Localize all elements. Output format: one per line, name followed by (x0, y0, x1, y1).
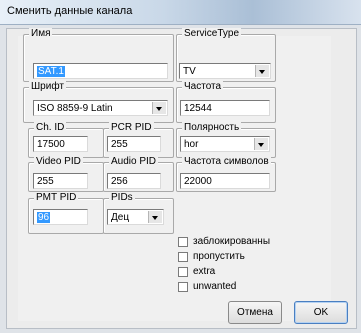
audio-pid-value: 256 (111, 176, 128, 187)
frequency-label: Частота (182, 81, 224, 93)
checkbox-icon[interactable] (178, 252, 188, 262)
ch-id-label: Ch. ID (34, 122, 67, 134)
name-field[interactable]: SAT.1 (33, 63, 168, 79)
font-value: ISO 8859-9 Latin (37, 103, 113, 114)
symbol-rate-field[interactable]: 22000 (180, 173, 270, 189)
ok-button[interactable]: OK (294, 301, 348, 324)
checkbox-label: пропустить (193, 251, 245, 262)
video-pid-value: 255 (37, 176, 54, 187)
pids-select[interactable]: Дец (107, 209, 164, 225)
pcr-pid-label: PCR PID (109, 122, 154, 134)
checkbox-label: unwanted (193, 281, 237, 292)
frequency-field[interactable]: 12544 (180, 100, 270, 116)
service-type-label: ServiceType (182, 28, 242, 40)
name-value: SAT.1 (37, 66, 65, 77)
checkbox-icon[interactable] (178, 267, 188, 277)
video-pid-label: Video PID (34, 156, 83, 168)
chevron-down-icon[interactable] (152, 102, 166, 114)
pids-label: PIDs (109, 192, 135, 204)
chevron-down-icon[interactable] (255, 65, 269, 77)
checkbox-label: extra (193, 266, 216, 277)
chevron-down-icon[interactable] (148, 211, 162, 223)
symbol-rate-value: 22000 (184, 176, 212, 187)
symbol-rate-label: Частота символов (182, 156, 271, 168)
checkbox-icon[interactable] (178, 282, 188, 292)
pmt-pid-label: PMT PID (34, 192, 79, 204)
title-bar: Сменить данные канала (0, 0, 361, 25)
pcr-pid-field[interactable]: 255 (107, 136, 161, 152)
cancel-button[interactable]: Отмена (228, 301, 282, 324)
font-select[interactable]: ISO 8859-9 Latin (33, 100, 168, 116)
service-type-select[interactable]: TV (179, 63, 271, 79)
polarity-select[interactable]: hor (180, 136, 270, 152)
checkbox-icon[interactable] (178, 237, 188, 247)
chevron-down-icon[interactable] (254, 138, 268, 150)
video-pid-field[interactable]: 255 (33, 173, 88, 189)
audio-pid-field[interactable]: 256 (107, 173, 161, 189)
pids-value: Дец (111, 212, 130, 223)
window-title: Сменить данные канала (7, 5, 133, 17)
frequency-value: 12544 (184, 103, 212, 114)
pmt-pid-value: 96 (37, 212, 51, 223)
checkbox-label: заблокированны (193, 236, 271, 247)
pcr-pid-value: 255 (111, 139, 128, 150)
ch-id-field[interactable]: 17500 (33, 136, 88, 152)
service-type-value: TV (183, 66, 196, 77)
audio-pid-label: Audio PID (109, 156, 159, 168)
font-label: Шрифт (29, 81, 66, 93)
name-label: Имя (29, 28, 53, 40)
ch-id-value: 17500 (37, 139, 65, 150)
polarity-value: hor (184, 139, 199, 150)
polarity-label: Полярность (182, 122, 242, 134)
pmt-pid-field[interactable]: 96 (33, 209, 88, 225)
